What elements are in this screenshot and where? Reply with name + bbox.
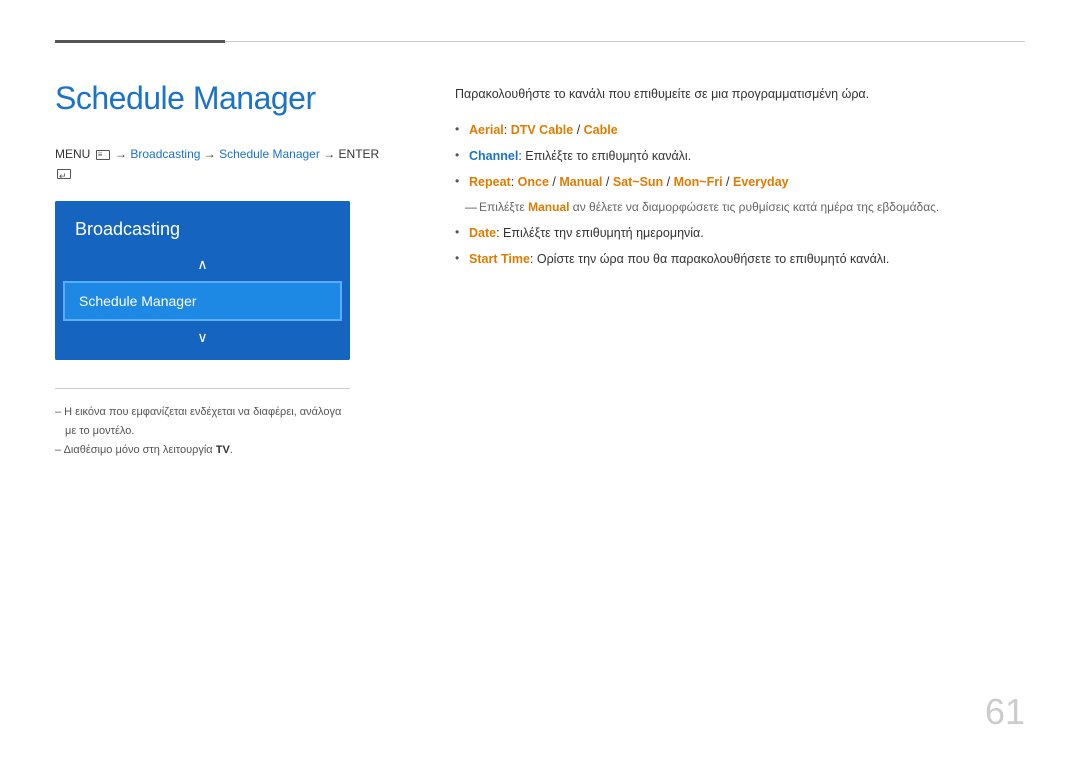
manual: Manual [559, 175, 602, 189]
sub-prefix: Επιλέξτε [479, 200, 528, 214]
bullet-manual-note: Επιλέξτε Manual αν θέλετε να διαμορφώσετ… [455, 198, 1025, 217]
up-arrow-icon: ∧ [197, 256, 207, 273]
dtv-cable: DTV Cable [511, 123, 574, 137]
down-arrow-icon: ∨ [197, 329, 207, 346]
date-label: Date [469, 226, 496, 240]
panel-schedule-manager[interactable]: Schedule Manager [63, 281, 342, 321]
bullet-repeat: Repeat: Once / Manual / Sat~Sun / Mon~Fr… [455, 172, 1025, 192]
page-title: Schedule Manager [55, 80, 395, 117]
sub-suffix: αν θέλετε να διαμορφώσετε τις ρυθμίσεις … [569, 200, 939, 214]
main-content: Schedule Manager MENU → Broadcasting → S… [55, 80, 1025, 459]
start-time-text: : Ορίστε την ώρα που θα παρακολουθήσετε … [530, 252, 889, 266]
footnote-tv-bold: TV [216, 444, 230, 456]
broadcasting-link: Broadcasting [130, 147, 200, 161]
right-column: Παρακολουθήστε το κανάλι που επιθυμείτε … [455, 80, 1025, 459]
page-container: Schedule Manager MENU → Broadcasting → S… [0, 0, 1080, 763]
sep-r2: / [602, 175, 612, 189]
repeat-label: Repeat [469, 175, 511, 189]
top-line-light [225, 41, 1025, 42]
sep-r1: / [549, 175, 559, 189]
everyday: Everyday [733, 175, 789, 189]
once: Once [518, 175, 549, 189]
menu-icon [96, 150, 110, 160]
cable: Cable [584, 123, 618, 137]
channel-label: Channel [469, 149, 518, 163]
footnote-2: – Διαθέσιμο μόνο στη λειτουργία TV. [55, 441, 350, 460]
arrow3: → [323, 147, 335, 161]
footnotes: – Η εικόνα που εμφανίζεται ενδέχεται να … [55, 388, 350, 459]
intro-text: Παρακολουθήστε το κανάλι που επιθυμείτε … [455, 85, 1025, 104]
top-line-dark [55, 40, 225, 43]
aerial-colon: : [504, 123, 511, 137]
bullet-start-time: Start Time: Ορίστε την ώρα που θα παρακο… [455, 249, 1025, 269]
bullet-channel: Channel: Επιλέξτε το επιθυμητό κανάλι. [455, 146, 1025, 166]
menu-label: MENU [55, 147, 90, 161]
sub-manual: Manual [528, 200, 569, 214]
page-number: 61 [985, 691, 1025, 733]
footnote-1: – Η εικόνα που εμφανίζεται ενδέχεται να … [55, 403, 350, 440]
schedule-manager-link: Schedule Manager [219, 147, 320, 161]
panel-down-arrow[interactable]: ∨ [55, 321, 350, 360]
sep-r4: / [723, 175, 733, 189]
bullet-aerial: Aerial: DTV Cable / Cable [455, 120, 1025, 140]
mon-fri: Mon~Fri [674, 175, 723, 189]
menu-path: MENU → Broadcasting → Schedule Manager →… [55, 145, 395, 183]
left-column: Schedule Manager MENU → Broadcasting → S… [55, 80, 395, 459]
bullet-date: Date: Επιλέξτε την επιθυμητή ημερομηνία. [455, 223, 1025, 243]
sep1: / [573, 123, 583, 137]
sat-sun: Sat~Sun [613, 175, 663, 189]
date-text: : Επιλέξτε την επιθυμητή ημερομηνία. [496, 226, 704, 240]
channel-text: : Επιλέξτε το επιθυμητό κανάλι. [518, 149, 691, 163]
ui-panel: Broadcasting ∧ Schedule Manager ∨ [55, 201, 350, 360]
panel-up-arrow[interactable]: ∧ [55, 252, 350, 281]
panel-header: Broadcasting [55, 201, 350, 252]
aerial-label: Aerial [469, 123, 504, 137]
arrow2: → [204, 147, 216, 161]
bullet-list: Aerial: DTV Cable / Cable Channel: Επιλέ… [455, 120, 1025, 269]
enter-icon [57, 169, 71, 179]
enter-label: ENTER [339, 147, 380, 161]
repeat-colon: : [511, 175, 518, 189]
top-lines [55, 40, 1025, 43]
arrow1: → [115, 147, 127, 161]
sep-r3: / [663, 175, 673, 189]
start-time-label: Start Time [469, 252, 530, 266]
